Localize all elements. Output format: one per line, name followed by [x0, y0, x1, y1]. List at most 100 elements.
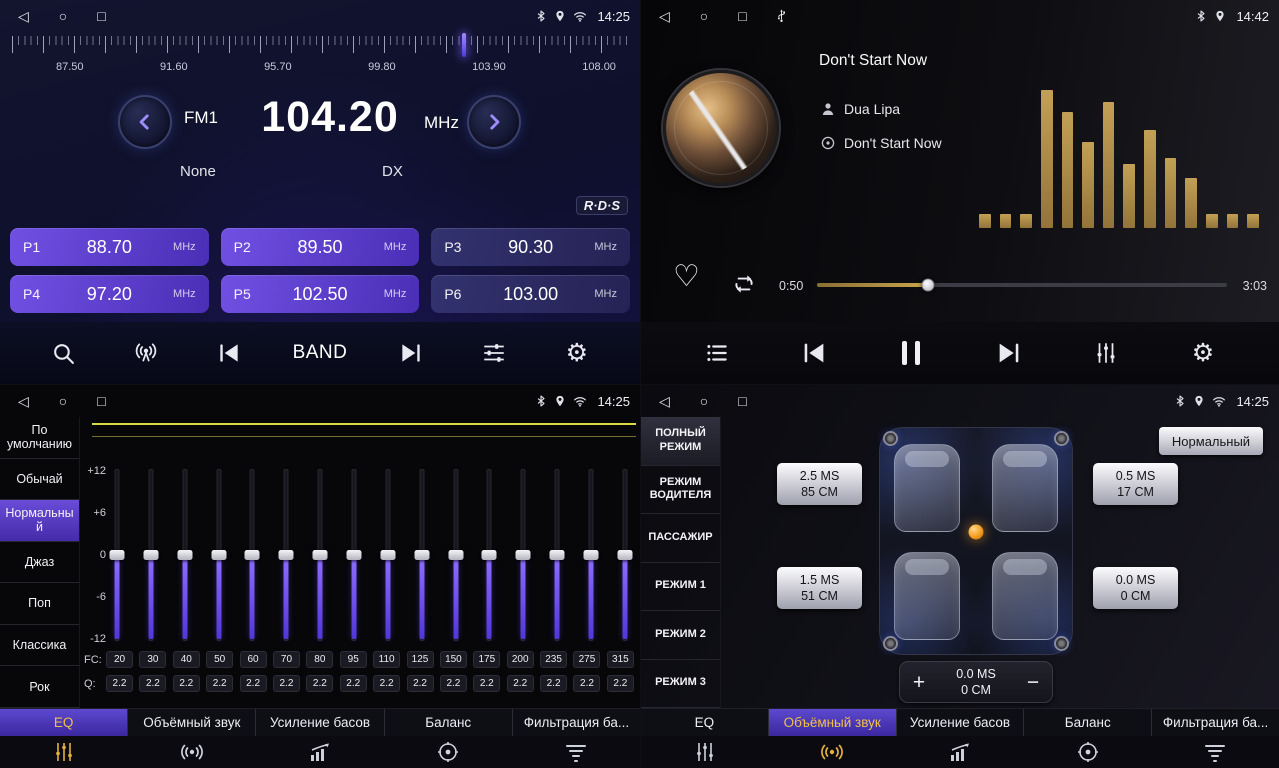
listening-mode-item[interactable]: ПАССАЖИР [641, 514, 720, 563]
slider-knob[interactable] [347, 550, 362, 560]
seek-scan-button[interactable] [43, 341, 83, 366]
slider-knob[interactable] [617, 550, 632, 560]
settings-button[interactable]: ⚙ [557, 341, 597, 366]
previous-station-button[interactable] [209, 340, 249, 366]
eq-band-slider[interactable] [277, 469, 295, 641]
listening-mode-item[interactable]: РЕЖИМ 2 [641, 611, 720, 660]
eq-band-slider[interactable] [548, 469, 566, 641]
eq-band-slider[interactable] [210, 469, 228, 641]
listening-position-dot[interactable] [969, 524, 984, 539]
eq-band-slider[interactable] [311, 469, 329, 641]
audio-tab[interactable]: Объёмный звук [769, 709, 897, 736]
back-icon[interactable]: ◁ [659, 393, 670, 410]
delay-front-left-button[interactable]: 2.5 MS 85 CM [777, 463, 862, 505]
eq-band-slider[interactable] [142, 469, 160, 641]
listening-mode-item[interactable]: РЕЖИМ 1 [641, 563, 720, 612]
eq-preset-item[interactable]: Обычай [0, 459, 79, 501]
band-button[interactable]: BAND [293, 342, 348, 364]
delay-rear-right-button[interactable]: 0.0 MS 0 CM [1093, 567, 1178, 609]
back-icon[interactable]: ◁ [18, 393, 29, 410]
preset-button[interactable]: P5 102.50 MHz [221, 275, 420, 313]
home-icon[interactable]: ○ [700, 8, 708, 24]
tune-up-button[interactable] [467, 95, 521, 149]
soundfield-preset-button[interactable]: Нормальный [1159, 427, 1263, 455]
slider-knob[interactable] [380, 550, 395, 560]
seek-bar[interactable] [817, 283, 1227, 287]
eq-preset-item[interactable]: Классика [0, 625, 79, 667]
repeat-button[interactable] [731, 271, 757, 302]
slider-knob[interactable] [448, 550, 463, 560]
eq-band-slider[interactable] [514, 469, 532, 641]
slider-knob[interactable] [516, 550, 531, 560]
next-station-button[interactable] [391, 340, 431, 366]
tab-surround-button[interactable] [128, 736, 256, 768]
tab-bass-button[interactable] [896, 736, 1024, 768]
eq-preset-item[interactable]: Нормальный [0, 500, 79, 542]
preset-button[interactable]: P4 97.20 MHz [10, 275, 209, 313]
preset-button[interactable]: P2 89.50 MHz [221, 228, 420, 266]
recents-icon[interactable]: □ [738, 8, 746, 24]
playlist-button[interactable] [697, 340, 737, 366]
eq-band-slider[interactable] [243, 469, 261, 641]
tune-down-button[interactable] [118, 95, 172, 149]
slider-knob[interactable] [414, 550, 429, 560]
pause-button[interactable] [891, 341, 931, 365]
frequency-scale[interactable]: 87.5091.6095.7099.80103.90108.00 [12, 36, 632, 80]
home-icon[interactable]: ○ [59, 8, 67, 24]
eq-preset-item[interactable]: Рок [0, 666, 79, 708]
audio-tab[interactable]: Усиление басов [256, 709, 384, 736]
progress-knob[interactable] [921, 279, 934, 292]
next-track-button[interactable] [989, 339, 1029, 367]
favorite-button[interactable]: ♡ [673, 262, 700, 292]
tuning-indicator[interactable] [462, 33, 466, 57]
eq-band-slider[interactable] [480, 469, 498, 641]
tab-surround-button[interactable] [769, 736, 897, 768]
listening-mode-item[interactable]: РЕЖИМ 3 [641, 660, 720, 709]
radio-settings-button[interactable] [474, 340, 514, 366]
slider-knob[interactable] [211, 550, 226, 560]
slider-knob[interactable] [143, 550, 158, 560]
tab-bass-button[interactable] [256, 736, 384, 768]
slider-knob[interactable] [482, 550, 497, 560]
previous-track-button[interactable] [794, 339, 834, 367]
eq-preset-item[interactable]: Джаз [0, 542, 79, 584]
decrease-delay-button[interactable]: − [1014, 672, 1052, 693]
slider-knob[interactable] [177, 550, 192, 560]
preset-button[interactable]: P6 103.00 MHz [431, 275, 630, 313]
tab-eq-button[interactable] [0, 736, 128, 768]
back-icon[interactable]: ◁ [659, 8, 670, 25]
audio-tab[interactable]: Баланс [385, 709, 513, 736]
eq-band-slider[interactable] [176, 469, 194, 641]
recents-icon[interactable]: □ [97, 393, 105, 409]
eq-band-slider[interactable] [108, 469, 126, 641]
audio-tab[interactable]: EQ [641, 709, 769, 736]
eq-preset-item[interactable]: Поп [0, 583, 79, 625]
tab-filter-button[interactable] [512, 736, 640, 768]
home-icon[interactable]: ○ [59, 393, 67, 409]
slider-knob[interactable] [245, 550, 260, 560]
slider-knob[interactable] [550, 550, 565, 560]
increase-delay-button[interactable]: + [900, 672, 938, 693]
slider-knob[interactable] [313, 550, 328, 560]
eq-band-slider[interactable] [447, 469, 465, 641]
delay-rear-left-button[interactable]: 1.5 MS 51 CM [777, 567, 862, 609]
speaker-front-right-icon[interactable] [1054, 431, 1069, 446]
delay-front-right-button[interactable]: 0.5 MS 17 CM [1093, 463, 1178, 505]
auto-store-button[interactable] [126, 340, 166, 366]
slider-knob[interactable] [110, 550, 125, 560]
audio-tab[interactable]: Объёмный звук [128, 709, 256, 736]
tab-balance-button[interactable] [1024, 736, 1152, 768]
slider-knob[interactable] [279, 550, 294, 560]
speaker-rear-left-icon[interactable] [883, 636, 898, 651]
slider-knob[interactable] [584, 550, 599, 560]
settings-button[interactable]: ⚙ [1183, 341, 1223, 366]
listening-mode-item[interactable]: ПОЛНЫЙ РЕЖИМ [641, 417, 720, 466]
recents-icon[interactable]: □ [738, 393, 746, 409]
recents-icon[interactable]: □ [97, 8, 105, 24]
speaker-front-left-icon[interactable] [883, 431, 898, 446]
eq-band-slider[interactable] [413, 469, 431, 641]
tab-filter-button[interactable] [1151, 736, 1279, 768]
speaker-rear-right-icon[interactable] [1054, 636, 1069, 651]
eq-preset-item[interactable]: По умолчанию [0, 417, 79, 459]
audio-tab[interactable]: Баланс [1024, 709, 1152, 736]
